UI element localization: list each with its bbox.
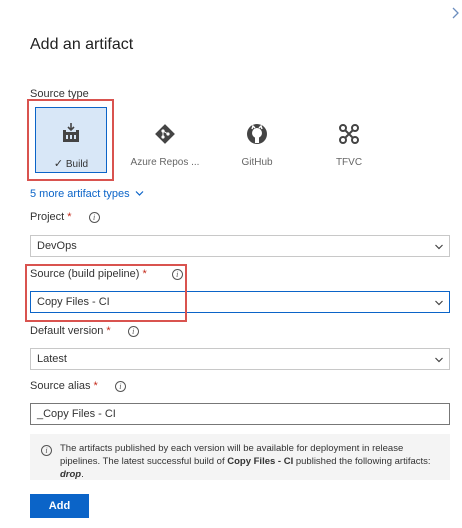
source-type-build[interactable]: ✓ Build (35, 107, 107, 173)
default-version-label: Default version (30, 325, 104, 337)
source-label: Source (build pipeline) (30, 268, 140, 280)
source-value: Copy Files - CI (37, 296, 110, 308)
source-build-pipeline-dropdown[interactable]: Copy Files - CI (30, 291, 450, 313)
source-alias-label: Source alias (30, 380, 91, 392)
project-label-row: Project * i (30, 211, 100, 223)
info-icon[interactable]: i (114, 380, 126, 392)
close-panel-button[interactable] (450, 6, 462, 22)
tile-label-azure-repos: Azure Repos ... (130, 157, 200, 168)
source-label-row: Source (build pipeline) * i (30, 268, 183, 280)
info-build-name: Copy Files - CI (227, 456, 294, 467)
required-mark: * (142, 268, 147, 280)
project-value: DevOps (37, 240, 77, 252)
info-text-3: . (81, 469, 84, 480)
github-icon (218, 122, 296, 148)
chevron-down-icon (435, 244, 443, 250)
default-version-dropdown[interactable]: Latest (30, 348, 450, 370)
info-icon: i (41, 445, 52, 456)
source-alias-input[interactable]: _Copy Files - CI (30, 403, 450, 425)
check-icon: ✓ (53, 158, 64, 170)
more-artifact-types-label: 5 more artifact types (30, 188, 130, 200)
default-version-label-row: Default version * i (30, 325, 139, 337)
info-icon[interactable]: i (127, 325, 139, 337)
chevron-down-icon (435, 357, 443, 363)
tfvc-icon (310, 122, 388, 148)
chevron-right-icon (452, 7, 459, 19)
add-button[interactable]: Add (30, 494, 89, 518)
source-type-github[interactable]: GitHub (218, 108, 296, 174)
source-alias-label-row: Source alias * i (30, 380, 126, 392)
tile-label-tfvc: TFVC (335, 157, 363, 168)
required-mark: * (106, 325, 111, 337)
default-version-value: Latest (37, 353, 67, 365)
build-icon (36, 122, 106, 148)
source-alias-value: _Copy Files - CI (37, 408, 116, 420)
add-artifact-panel: Add an artifact Source type ✓ Build Azur… (0, 0, 462, 528)
info-icon[interactable]: i (88, 211, 100, 223)
info-text-2: published the following artifacts: (293, 456, 431, 467)
panel-title: Add an artifact (30, 36, 134, 53)
source-type-tfvc[interactable]: TFVC (310, 108, 388, 174)
source-type-azure-repos[interactable]: Azure Repos ... (126, 108, 204, 174)
more-artifact-types-link[interactable]: 5 more artifact types (30, 188, 144, 200)
required-mark: * (67, 211, 72, 223)
info-icon[interactable]: i (171, 268, 183, 280)
tile-label-github: GitHub (241, 157, 273, 168)
source-type-label: Source type (30, 88, 89, 100)
required-mark: * (93, 380, 98, 392)
project-label: Project (30, 211, 65, 223)
info-artifact-name: drop (60, 469, 82, 480)
tile-label-build: Build (65, 159, 89, 170)
chevron-down-icon (135, 191, 144, 196)
info-message: i The artifacts published by each versio… (30, 434, 450, 480)
chevron-down-icon (435, 300, 443, 306)
project-dropdown[interactable]: DevOps (30, 235, 450, 257)
azure-repos-icon (126, 122, 204, 148)
